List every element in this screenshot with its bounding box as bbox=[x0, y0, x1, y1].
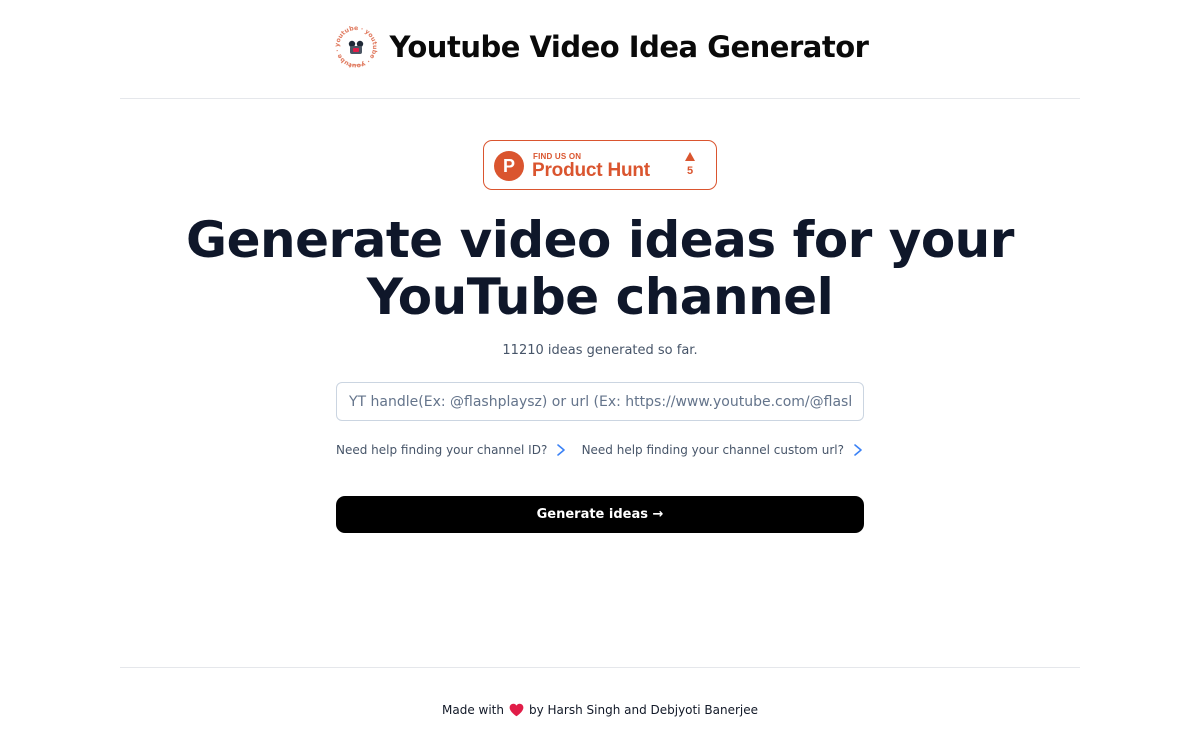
heart-icon bbox=[509, 703, 524, 717]
upvote-count: 5 bbox=[686, 165, 694, 177]
chevron-right-icon bbox=[557, 444, 566, 456]
brand[interactable]: youtube · youtube · youtube · Youtube Vi… bbox=[332, 23, 869, 71]
ideas-counter: 11210 ideas generated so far. bbox=[502, 343, 698, 358]
help-link-custom-url-label: Need help finding your channel custom ur… bbox=[581, 443, 844, 457]
site-header: youtube · youtube · youtube · Youtube Vi… bbox=[0, 0, 1200, 98]
footer-credits: by Harsh Singh and Debjyoti Banerjee bbox=[529, 703, 758, 717]
youtube-logo-icon: youtube · youtube · youtube · bbox=[332, 23, 380, 71]
channel-input-wrapper bbox=[336, 382, 864, 421]
help-link-channel-id[interactable]: Need help finding your channel ID? bbox=[336, 443, 567, 457]
header-divider bbox=[120, 98, 1080, 99]
upvote-arrow-icon bbox=[685, 152, 695, 161]
generate-ideas-button[interactable]: Generate ideas → bbox=[336, 496, 864, 533]
chevron-right-icon bbox=[854, 444, 862, 456]
help-link-channel-id-label: Need help finding your channel ID? bbox=[336, 443, 548, 457]
help-link-custom-url[interactable]: Need help finding your channel custom ur… bbox=[582, 443, 864, 457]
site-footer: Made with by Harsh Singh and Debjyoti Ba… bbox=[0, 700, 1200, 720]
footer-prefix: Made with bbox=[442, 703, 504, 717]
hero-title: Generate video ideas for your YouTube ch… bbox=[186, 211, 1014, 326]
product-hunt-name: Product Hunt bbox=[532, 160, 650, 181]
page: youtube · youtube · youtube · Youtube Vi… bbox=[0, 0, 1200, 750]
app-title: Youtube Video Idea Generator bbox=[389, 30, 869, 64]
product-hunt-logo-icon: P bbox=[494, 151, 524, 181]
channel-input[interactable] bbox=[336, 382, 864, 421]
footer-divider bbox=[120, 667, 1080, 668]
help-links: Need help finding your channel ID? Need … bbox=[336, 440, 864, 460]
product-hunt-badge[interactable]: P FIND US ON Product Hunt 5 bbox=[483, 140, 717, 190]
